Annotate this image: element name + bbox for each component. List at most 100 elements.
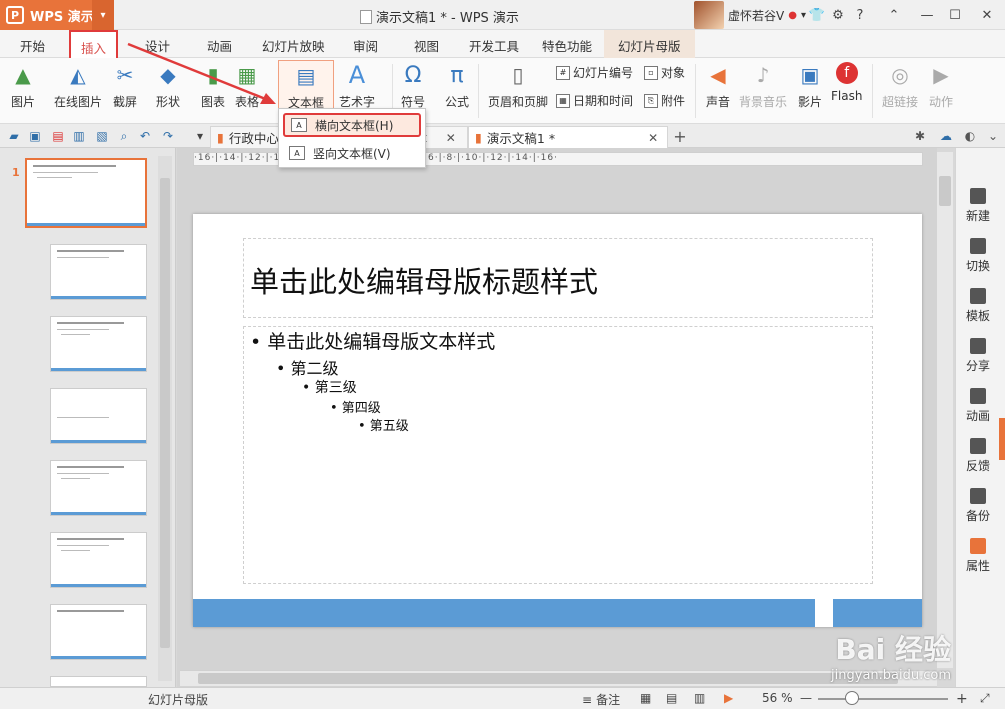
movie-button[interactable]: ▣ 影片 bbox=[797, 62, 823, 110]
tools-icon[interactable]: ✱ bbox=[912, 128, 928, 144]
zoom-slider-handle[interactable] bbox=[845, 691, 859, 705]
pdf-icon[interactable]: ▤ bbox=[50, 128, 66, 144]
collapse-ribbon-icon[interactable]: ⌃ bbox=[882, 0, 906, 30]
hyperlink-button[interactable]: ◎ 超链接 bbox=[882, 62, 918, 110]
footer-box bbox=[833, 599, 922, 627]
pane-new-button[interactable]: 新建 bbox=[956, 188, 1000, 224]
pane-transition-button[interactable]: 切换 bbox=[956, 238, 1000, 274]
scrollbar-thumb[interactable] bbox=[198, 673, 898, 684]
pane-backup-button[interactable]: 备份 bbox=[956, 488, 1000, 524]
notes-button[interactable]: ≡ 备注 bbox=[582, 691, 620, 708]
flash-button[interactable]: f Flash bbox=[831, 62, 862, 103]
shapes-button[interactable]: ◆ 形状 bbox=[155, 62, 181, 110]
zoom-level[interactable]: 56 % bbox=[762, 691, 793, 705]
chevron-down-icon[interactable]: ⌄ bbox=[985, 128, 1001, 144]
sorter-view-icon[interactable]: ▤ bbox=[666, 691, 677, 705]
thumbnail-layout[interactable] bbox=[50, 388, 147, 444]
tab-insert[interactable]: 插入 bbox=[69, 30, 119, 58]
tab-features[interactable]: 特色功能 bbox=[542, 36, 592, 55]
object-button[interactable]: ▫ 对象 bbox=[644, 64, 685, 81]
user-area[interactable]: 虚怀若谷V ● ▾ bbox=[694, 0, 806, 30]
slide-vertical-scrollbar[interactable] bbox=[937, 152, 953, 668]
slide-number-button[interactable]: # 幻灯片编号 bbox=[556, 64, 633, 81]
horizontal-textbox-item[interactable]: A 横向文本框(H) bbox=[283, 113, 421, 137]
thumbnail-layout[interactable] bbox=[50, 316, 147, 372]
thumbnail-scrollbar[interactable] bbox=[158, 156, 172, 681]
chart-icon: ▮ bbox=[207, 63, 219, 87]
chevron-down-icon[interactable]: ▾ bbox=[92, 0, 114, 30]
print-icon[interactable]: ▥ bbox=[71, 128, 87, 144]
doc-tab-2[interactable]: ▮ 演示文稿1 * ✕ bbox=[468, 126, 668, 148]
header-footer-button[interactable]: ▯ 页眉和页脚 bbox=[488, 62, 548, 110]
print-preview-icon[interactable]: ▧ bbox=[94, 128, 110, 144]
chevron-down-icon[interactable]: ▾ bbox=[192, 128, 208, 144]
vip-badge-icon: ● bbox=[788, 9, 797, 21]
pane-animation-button[interactable]: 动画 bbox=[956, 388, 1000, 424]
tab-design[interactable]: 设计 bbox=[145, 36, 170, 55]
thumbnail-layout[interactable] bbox=[50, 532, 147, 588]
table-button[interactable]: ▦ 表格 bbox=[234, 62, 260, 110]
avatar[interactable] bbox=[694, 1, 724, 29]
pane-collapse-handle[interactable] bbox=[999, 418, 1005, 460]
tab-review[interactable]: 审阅 bbox=[353, 36, 378, 55]
open-folder-icon[interactable]: ▰ bbox=[6, 128, 22, 144]
attachment-button[interactable]: ⎘ 附件 bbox=[644, 92, 685, 109]
pane-feedback-button[interactable]: 反馈 bbox=[956, 438, 1000, 474]
insert-picture-button[interactable]: ▲ 图片 bbox=[10, 62, 36, 110]
new-tab-icon[interactable]: + bbox=[672, 127, 688, 146]
slideshow-icon[interactable]: ▶ bbox=[724, 691, 733, 705]
close-icon[interactable]: ✕ bbox=[648, 131, 658, 145]
zoom-slider[interactable] bbox=[818, 698, 948, 700]
formula-button[interactable]: π 公式 bbox=[444, 62, 470, 110]
wps-app-menu-button[interactable]: P WPS 演示 ▾ bbox=[0, 0, 114, 30]
thumbnail-layout[interactable] bbox=[50, 460, 147, 516]
user-name[interactable]: 虚怀若谷V bbox=[728, 7, 784, 24]
thumbnail-master[interactable] bbox=[25, 158, 147, 228]
screenshot-button[interactable]: ✂ 截屏 bbox=[112, 62, 138, 110]
tab-view[interactable]: 视图 bbox=[414, 36, 439, 55]
chart-button[interactable]: ▮ 图表 bbox=[200, 62, 226, 110]
redo-icon[interactable]: ↷ bbox=[160, 128, 176, 144]
insert-online-picture-button[interactable]: ◭ 在线图片 bbox=[54, 62, 102, 110]
slide-horizontal-scrollbar[interactable] bbox=[180, 670, 937, 686]
thumbnail-layout[interactable] bbox=[50, 604, 147, 660]
action-button[interactable]: ▶ 动作 bbox=[928, 62, 954, 110]
scrollbar-thumb[interactable] bbox=[160, 178, 170, 648]
normal-view-icon[interactable]: ▦ bbox=[640, 691, 651, 705]
undo-icon[interactable]: ↶ bbox=[137, 128, 153, 144]
body-placeholder[interactable]: • 单击此处编辑母版文本样式 • 第二级 • 第三级 • 第四级 • 第五级 bbox=[243, 326, 873, 584]
reading-view-icon[interactable]: ▥ bbox=[694, 691, 705, 705]
pane-properties-button[interactable]: 属性 bbox=[956, 538, 1000, 574]
background-music-button[interactable]: ♪ 背景音乐 bbox=[739, 62, 787, 110]
scrollbar-thumb[interactable] bbox=[939, 176, 951, 206]
tab-slideshow[interactable]: 幻灯片放映 bbox=[262, 36, 325, 55]
tab-developer[interactable]: 开发工具 bbox=[469, 36, 519, 55]
symbol-button[interactable]: Ω 符号 bbox=[400, 62, 426, 110]
title-placeholder[interactable]: 单击此处编辑母版标题样式 bbox=[243, 238, 873, 318]
close-icon[interactable]: ✕ bbox=[975, 0, 999, 30]
tab-slide-master[interactable]: 幻灯片母版 bbox=[604, 30, 695, 58]
cloud-icon[interactable]: ☁ bbox=[938, 128, 954, 144]
thumbnail-layout[interactable] bbox=[50, 676, 147, 687]
cloud-sync-icon[interactable]: ◐ bbox=[962, 128, 978, 144]
wordart-button[interactable]: A 艺术字 bbox=[339, 61, 375, 110]
thumbnail-layout[interactable] bbox=[50, 244, 147, 300]
pane-template-button[interactable]: 模板 bbox=[956, 288, 1000, 324]
zoom-out-icon[interactable]: — bbox=[800, 691, 812, 705]
vertical-textbox-item[interactable]: A 竖向文本框(V) bbox=[283, 141, 421, 165]
maximize-icon[interactable]: ☐ bbox=[943, 0, 967, 30]
sound-button[interactable]: ◀ 声音 bbox=[705, 62, 731, 110]
save-icon[interactable]: ▣ bbox=[27, 128, 43, 144]
tab-animation[interactable]: 动画 bbox=[207, 36, 232, 55]
minimize-icon[interactable]: — bbox=[915, 0, 939, 30]
pane-share-button[interactable]: 分享 bbox=[956, 338, 1000, 374]
slide-master-canvas[interactable]: 单击此处编辑母版标题样式 • 单击此处编辑母版文本样式 • 第二级 • 第三级 … bbox=[193, 214, 922, 627]
zoom-in-icon[interactable]: + bbox=[956, 691, 968, 707]
help-icon[interactable]: ? bbox=[848, 0, 872, 30]
search-icon[interactable]: ⌕ bbox=[116, 128, 132, 144]
tab-home[interactable]: 开始 bbox=[20, 36, 45, 55]
date-time-button[interactable]: ▦ 日期和时间 bbox=[556, 92, 633, 109]
settings-icon[interactable]: ⚙ bbox=[826, 0, 850, 30]
fit-window-icon[interactable]: ⤢ bbox=[980, 691, 990, 706]
close-icon[interactable]: ✕ bbox=[446, 131, 456, 145]
